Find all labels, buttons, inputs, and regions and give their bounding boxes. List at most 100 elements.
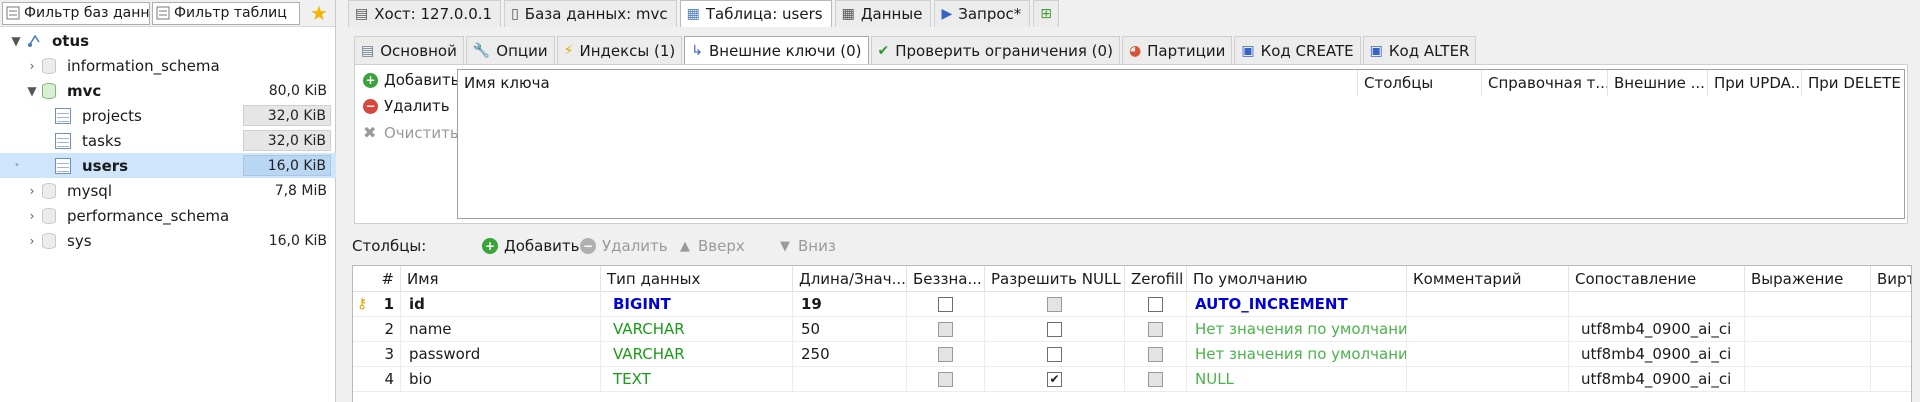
column-header[interactable]: Столбцы xyxy=(1358,70,1482,96)
columns-toolbar: Столбцы: + Добавить − Удалить ▲ Вверх ▼ … xyxy=(352,234,1912,258)
column-header[interactable]: При DELETE xyxy=(1802,70,1904,96)
tab-host[interactable]: ▤ Хост: 127.0.0.1 xyxy=(348,0,502,27)
database-icon xyxy=(42,232,56,249)
column-header[interactable]: Разрешить NULL xyxy=(985,266,1125,292)
tab-table[interactable]: ▦ Таблица: users xyxy=(679,0,832,27)
zerofill-checkbox[interactable] xyxy=(1125,292,1187,317)
table-icon xyxy=(55,107,71,124)
database-icon xyxy=(42,182,56,199)
tab-query[interactable]: ▶ Запрос* xyxy=(934,0,1031,27)
column-header[interactable]: # xyxy=(353,266,401,292)
database-tree-panel: Фильтр баз данн Фильтр таблиц ★ ▼ otus ›… xyxy=(0,0,336,402)
column-header[interactable]: Вирт xyxy=(1871,266,1911,292)
zerofill-checkbox[interactable] xyxy=(1125,367,1187,392)
table-icon xyxy=(55,157,71,174)
allow-null-checkbox[interactable] xyxy=(985,342,1125,367)
tree-item-root[interactable]: ▼ otus xyxy=(0,28,336,53)
table-editor-tabs: ▤ Основной 🔧 Опции ⚡ Индексы (1) ↳ Внешн… xyxy=(354,36,1478,65)
tab-alter-code[interactable]: ▣ Код ALTER xyxy=(1362,36,1477,64)
tree-item-database[interactable]: › information_schema xyxy=(0,53,336,78)
move-down-button[interactable]: ▼ Вниз xyxy=(780,234,836,258)
tab-partitions[interactable]: ◕ Партиции xyxy=(1121,36,1233,64)
unsigned-checkbox[interactable] xyxy=(907,292,985,317)
database-filter-input[interactable]: Фильтр баз данн xyxy=(2,1,150,25)
allow-null-checkbox[interactable] xyxy=(985,292,1125,317)
column-header[interactable]: Имя xyxy=(401,266,601,292)
tab-foreign-keys[interactable]: ↳ Внешние ключи (0) xyxy=(684,36,869,65)
clear-x-icon: ✖ xyxy=(363,123,377,142)
filter-icon xyxy=(6,6,20,20)
chevron-right-icon[interactable]: › xyxy=(26,209,38,223)
filter-icon xyxy=(156,6,170,20)
tree-item-database[interactable]: ▼ mvc 80,0 KiB xyxy=(0,78,336,103)
tree-item-database[interactable]: › sys 16,0 KiB xyxy=(0,228,336,253)
clear-keys-button[interactable]: ✖ Очистить xyxy=(363,123,459,142)
column-header[interactable]: Внешние ... xyxy=(1608,70,1708,96)
tab-options[interactable]: 🔧 Опции xyxy=(465,36,555,64)
remove-key-button[interactable]: − Удалить xyxy=(363,97,450,115)
wrench-icon: 🔧 xyxy=(472,42,491,59)
chevron-right-icon[interactable]: › xyxy=(26,234,38,248)
tab-database[interactable]: ▯ База данных: mvc xyxy=(504,0,677,27)
table-row[interactable]: 4 bio TEXT ✔ NULL utf8mb4_0900_ai_ci xyxy=(353,367,1911,392)
table-row[interactable]: ⚷ 1 id BIGINT 19 AUTO_INCREMENT xyxy=(353,292,1911,317)
table-row[interactable]: 2 name VARCHAR 50 Нет значения по умолча… xyxy=(353,317,1911,342)
move-up-button[interactable]: ▲ Вверх xyxy=(680,234,745,258)
plus-icon: + xyxy=(482,238,498,254)
table-row[interactable]: 3 password VARCHAR 250 Нет значения по у… xyxy=(353,342,1911,367)
code-icon: ▣ xyxy=(1369,42,1383,59)
focus-dot-icon: • xyxy=(14,160,20,171)
tab-indexes[interactable]: ⚡ Индексы (1) xyxy=(556,36,683,64)
unsigned-checkbox[interactable] xyxy=(907,342,985,367)
column-header[interactable]: Тип данных xyxy=(601,266,793,292)
column-header[interactable]: Длина/Знач... xyxy=(793,266,907,292)
chevron-right-icon[interactable]: › xyxy=(26,59,38,73)
columns-label: Столбцы: xyxy=(352,237,427,255)
allow-null-checkbox[interactable]: ✔ xyxy=(985,367,1125,392)
minus-icon: − xyxy=(580,238,596,254)
unsigned-checkbox[interactable] xyxy=(907,317,985,342)
triangle-down-icon: ▼ xyxy=(780,238,790,254)
zerofill-checkbox[interactable] xyxy=(1125,342,1187,367)
add-key-button[interactable]: + Добавить xyxy=(363,71,460,89)
tab-data[interactable]: ▦ Данные xyxy=(834,0,932,27)
column-header[interactable]: По умолчанию xyxy=(1187,266,1407,292)
unsigned-checkbox[interactable] xyxy=(907,367,985,392)
server-icon: ▤ xyxy=(355,6,369,22)
tab-check-constraints[interactable]: ✔ Проверить ограничения (0) xyxy=(870,36,1120,64)
tree-item-table[interactable]: projects 32,0 KiB xyxy=(0,103,336,128)
plus-icon: + xyxy=(363,72,378,88)
column-header[interactable]: Беззна... xyxy=(907,266,985,292)
column-header[interactable]: Имя ключа xyxy=(458,70,1358,96)
column-header[interactable]: Комментарий xyxy=(1407,266,1569,292)
minus-icon: − xyxy=(363,98,378,114)
columns-grid[interactable]: # Имя Тип данных Длина/Знач... Беззна...… xyxy=(352,265,1912,402)
tree-item-database[interactable]: › mysql 7,8 MiB xyxy=(0,178,336,203)
add-column-button[interactable]: + Добавить xyxy=(482,234,580,258)
new-query-tab-button[interactable]: ⊞ xyxy=(1033,0,1060,27)
chevron-right-icon[interactable]: › xyxy=(26,184,38,198)
tree-item-table-selected[interactable]: • users 16,0 KiB xyxy=(0,153,336,178)
favorites-star-icon[interactable]: ★ xyxy=(304,1,334,26)
zerofill-checkbox[interactable] xyxy=(1125,317,1187,342)
tree-item-table[interactable]: tasks 32,0 KiB xyxy=(0,128,336,153)
tab-create-code[interactable]: ▣ Код CREATE xyxy=(1234,36,1361,64)
database-icon xyxy=(42,57,56,74)
column-header[interactable]: Zerofill xyxy=(1125,266,1187,292)
tab-basic[interactable]: ▤ Основной xyxy=(354,36,464,64)
foreign-keys-grid[interactable]: Имя ключа Столбцы Справочная т... Внешни… xyxy=(457,69,1905,219)
table-filter-input[interactable]: Фильтр таблиц xyxy=(152,1,300,25)
chevron-down-icon[interactable]: ▼ xyxy=(10,34,22,48)
chevron-down-icon[interactable]: ▼ xyxy=(26,84,38,98)
server-icon xyxy=(28,34,40,47)
filter-bar: Фильтр баз данн Фильтр таблиц ★ xyxy=(0,0,335,27)
tree-item-database[interactable]: › performance_schema xyxy=(0,203,336,228)
column-header[interactable]: Справочная т... xyxy=(1482,70,1608,96)
column-header[interactable]: При UPDA... xyxy=(1708,70,1802,96)
column-header[interactable]: Выражение xyxy=(1745,266,1871,292)
remove-column-button[interactable]: − Удалить xyxy=(580,234,668,258)
column-header[interactable]: Сопоставление xyxy=(1569,266,1745,292)
table-icon xyxy=(55,132,71,149)
allow-null-checkbox[interactable] xyxy=(985,317,1125,342)
table-icon: ▤ xyxy=(361,42,375,59)
